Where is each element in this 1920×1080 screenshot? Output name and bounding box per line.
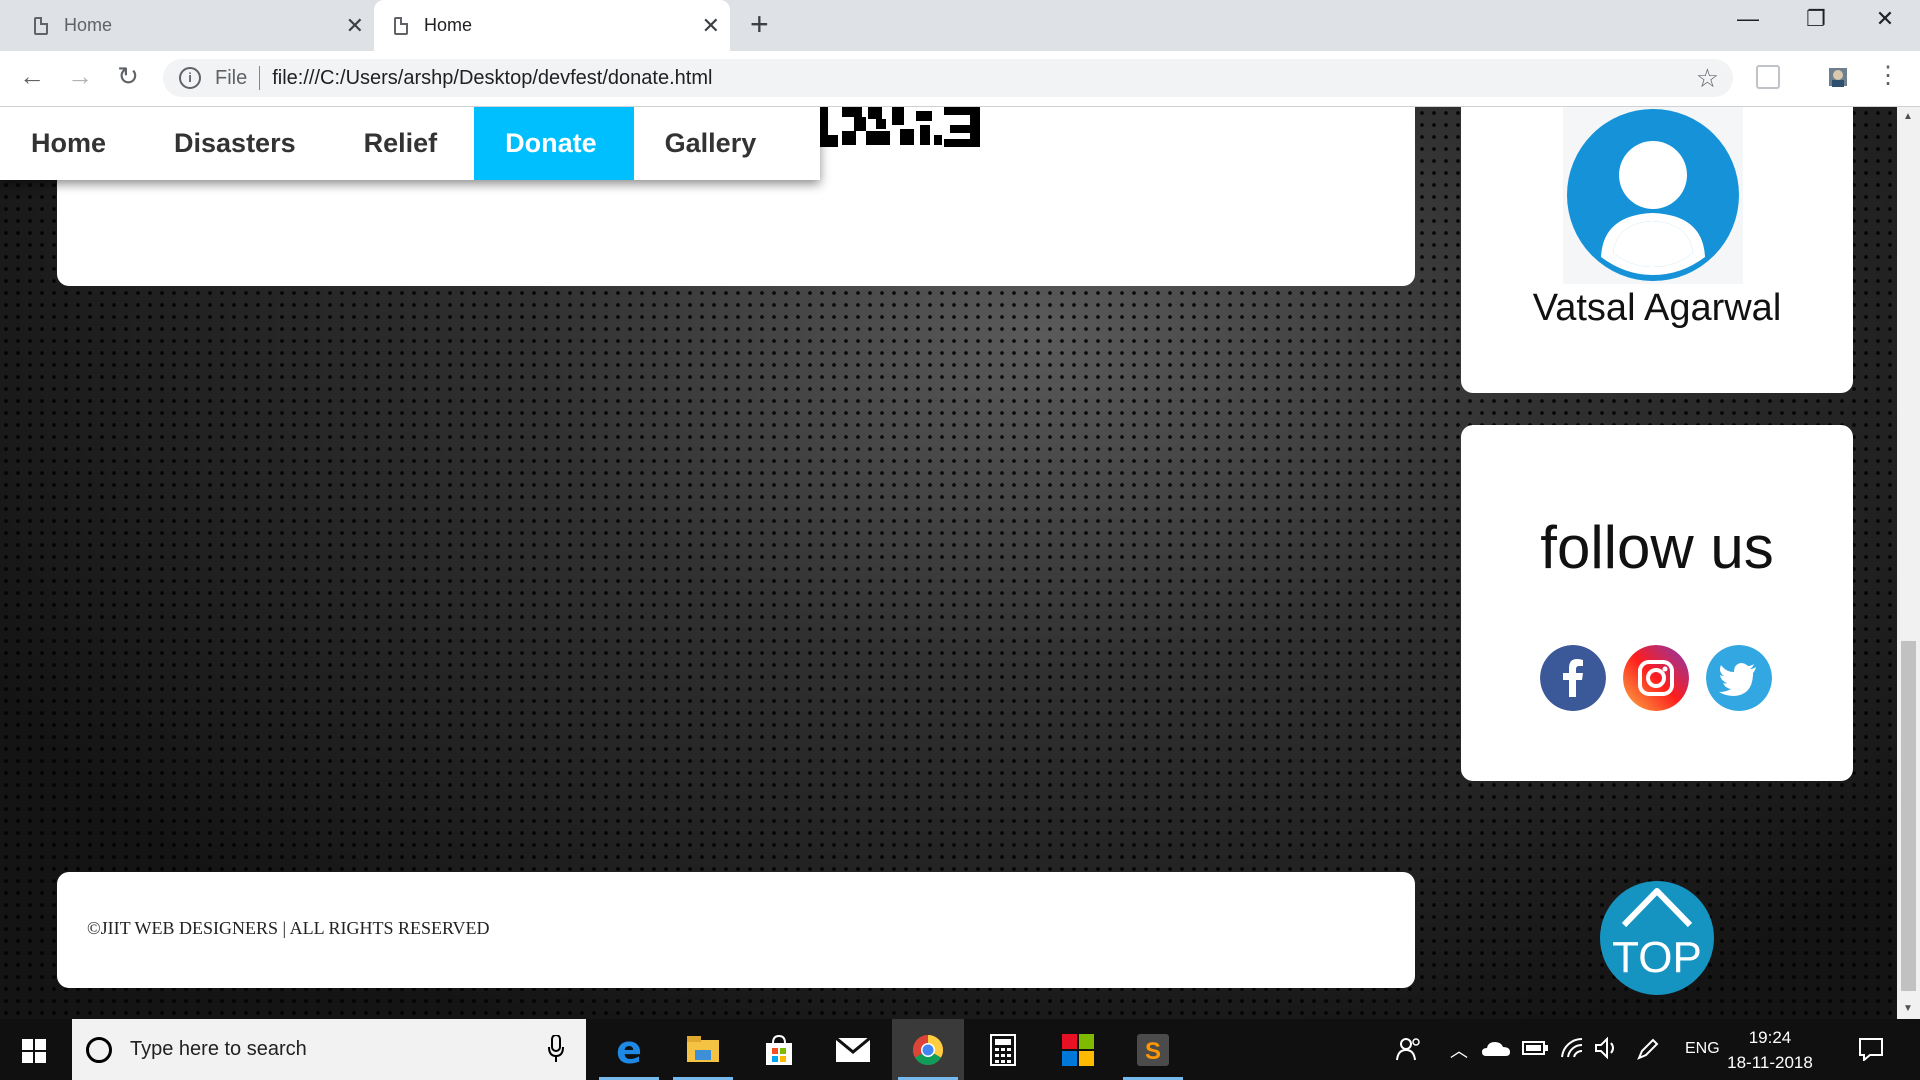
facebook-icon[interactable]	[1540, 645, 1606, 711]
taskbar-search-box[interactable]: Type here to search	[72, 1019, 586, 1080]
scroll-top-label: TOP	[1612, 933, 1702, 982]
browser-toolbar: ← → ↻ i File file:///C:/Users/arshp/Desk…	[0, 51, 1920, 107]
avatar	[1563, 107, 1743, 284]
minimize-button[interactable]: —	[1733, 6, 1763, 32]
extension-icon[interactable]	[1756, 65, 1780, 89]
nav-item-disasters[interactable]: Disasters	[143, 107, 333, 180]
info-icon[interactable]: i	[179, 67, 201, 89]
tab-strip: Home ✕ Home ✕ + — ❐ ✕	[0, 0, 1920, 51]
chevron-up-icon[interactable]: ︿	[1450, 1037, 1468, 1063]
volume-icon[interactable]	[1594, 1037, 1620, 1059]
address-bar[interactable]: i File file:///C:/Users/arshp/Desktop/de…	[163, 59, 1733, 97]
restore-button[interactable]: ❐	[1801, 6, 1831, 32]
windows-start-icon[interactable]	[22, 1039, 46, 1063]
new-tab-button[interactable]: +	[750, 6, 769, 43]
battery-icon[interactable]	[1522, 1041, 1548, 1055]
tab-title: Home	[64, 15, 113, 35]
file-explorer-icon[interactable]	[667, 1019, 739, 1080]
nav-item-home[interactable]: Home	[0, 107, 143, 180]
scroll-up-arrow-icon[interactable]: ▲	[1903, 111, 1913, 122]
page-icon	[394, 16, 408, 35]
calculator-icon[interactable]	[967, 1019, 1039, 1080]
close-tab-icon[interactable]: ✕	[702, 13, 720, 39]
site-nav: Home Disasters Relief Donate Gallery	[0, 107, 820, 180]
tab-home-1[interactable]: Home ✕	[14, 0, 374, 51]
scroll-down-arrow-icon[interactable]: ▼	[1903, 1003, 1913, 1014]
scroll-top-button[interactable]: TOP	[1600, 881, 1714, 995]
scroll-thumb[interactable]	[1901, 641, 1916, 991]
chevron-up-icon	[1621, 888, 1693, 928]
follow-card: follow us	[1461, 425, 1853, 781]
forward-button[interactable]: →	[62, 61, 98, 92]
clock-time: 19:24	[1748, 1028, 1792, 1047]
tab-home-2[interactable]: Home ✕	[374, 0, 730, 51]
search-placeholder: Type here to search	[130, 1038, 307, 1060]
notifications-icon[interactable]	[1858, 1037, 1884, 1061]
clock-date: 18-11-2018	[1727, 1053, 1813, 1072]
chrome-icon[interactable]	[892, 1019, 964, 1080]
page-viewport: Home Disasters Relief Donate Gallery Vat…	[0, 107, 1897, 1019]
close-window-button[interactable]: ✕	[1870, 6, 1900, 32]
follow-title: follow us	[1540, 514, 1774, 581]
pen-icon[interactable]	[1636, 1037, 1660, 1061]
store-icon[interactable]	[743, 1019, 815, 1080]
edge-icon[interactable]: e	[593, 1019, 665, 1080]
sublime-text-icon[interactable]: S	[1117, 1019, 1189, 1080]
separator	[259, 66, 261, 90]
taskbar-clock[interactable]: 19:24 18-11-2018	[1720, 1025, 1820, 1075]
nav-item-donate[interactable]: Donate	[474, 107, 634, 180]
url-scheme: File	[215, 66, 248, 89]
onedrive-icon[interactable]	[1482, 1039, 1510, 1057]
site-footer: ©JIIT WEB DESIGNERS | ALL RIGHTS RESERVE…	[57, 872, 1415, 988]
nav-item-relief[interactable]: Relief	[333, 107, 475, 180]
close-tab-icon[interactable]: ✕	[346, 13, 364, 39]
reload-button[interactable]: ↻	[110, 61, 146, 92]
twitter-icon[interactable]	[1706, 645, 1772, 711]
qr-code-image	[820, 107, 980, 147]
tab-title: Home	[424, 15, 473, 35]
nav-item-gallery[interactable]: Gallery	[634, 107, 794, 180]
copyright-text: ©JIIT WEB DESIGNERS | ALL RIGHTS RESERVE…	[87, 918, 490, 938]
windows-taskbar: Type here to search e S ︿ ENG 19:24 18-1…	[0, 1019, 1920, 1080]
bookmark-star-icon[interactable]: ☆	[1696, 63, 1719, 94]
instagram-icon[interactable]	[1623, 645, 1689, 711]
svg-text:S: S	[1145, 1038, 1161, 1065]
cortana-icon[interactable]	[86, 1036, 112, 1063]
mail-icon[interactable]	[817, 1019, 889, 1080]
page-icon	[34, 16, 48, 35]
office-icon[interactable]	[1042, 1019, 1114, 1080]
user-avatar-icon	[1567, 109, 1739, 281]
profile-avatar-icon[interactable]	[1826, 65, 1850, 89]
people-icon[interactable]	[1396, 1036, 1422, 1062]
url-text[interactable]: file:///C:/Users/arshp/Desktop/devfest/d…	[272, 67, 712, 90]
profile-card: Vatsal Agarwal	[1461, 107, 1853, 393]
microphone-icon[interactable]	[548, 1035, 564, 1063]
back-button[interactable]: ←	[14, 61, 50, 92]
page-scrollbar[interactable]: ▲ ▼	[1897, 107, 1920, 1019]
wifi-icon[interactable]	[1560, 1037, 1584, 1059]
language-indicator[interactable]: ENG	[1685, 1040, 1720, 1058]
profile-name: Vatsal Agarwal	[1532, 287, 1782, 329]
menu-dots-icon[interactable]: ⋮	[1870, 61, 1906, 90]
